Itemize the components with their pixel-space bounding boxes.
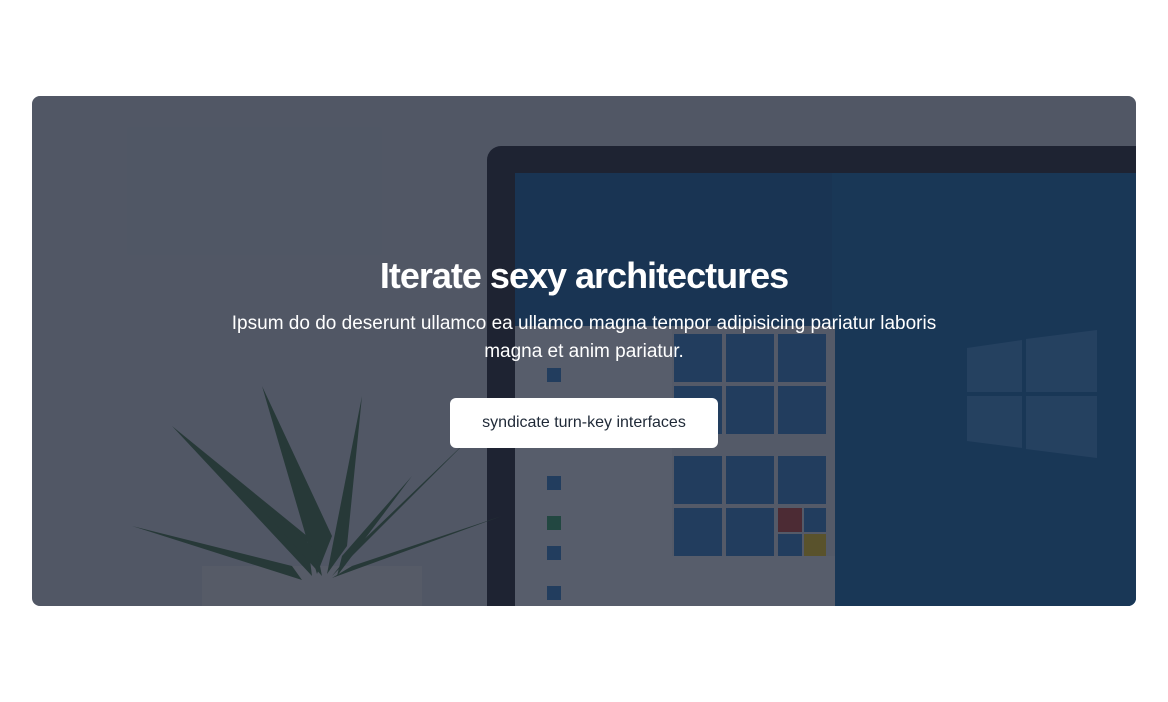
page: Iterate sexy architectures Ipsum do do d… <box>0 0 1168 702</box>
hero-banner: Iterate sexy architectures Ipsum do do d… <box>32 96 1136 606</box>
hero-title: Iterate sexy architectures <box>379 255 789 296</box>
hero-subtitle: Ipsum do do deserunt ullamco ea ullamco … <box>231 313 937 362</box>
hero-content: Iterate sexy architectures Ipsum do do d… <box>32 96 1136 606</box>
cta-button[interactable]: syndicate turn-key interfaces <box>450 398 718 448</box>
